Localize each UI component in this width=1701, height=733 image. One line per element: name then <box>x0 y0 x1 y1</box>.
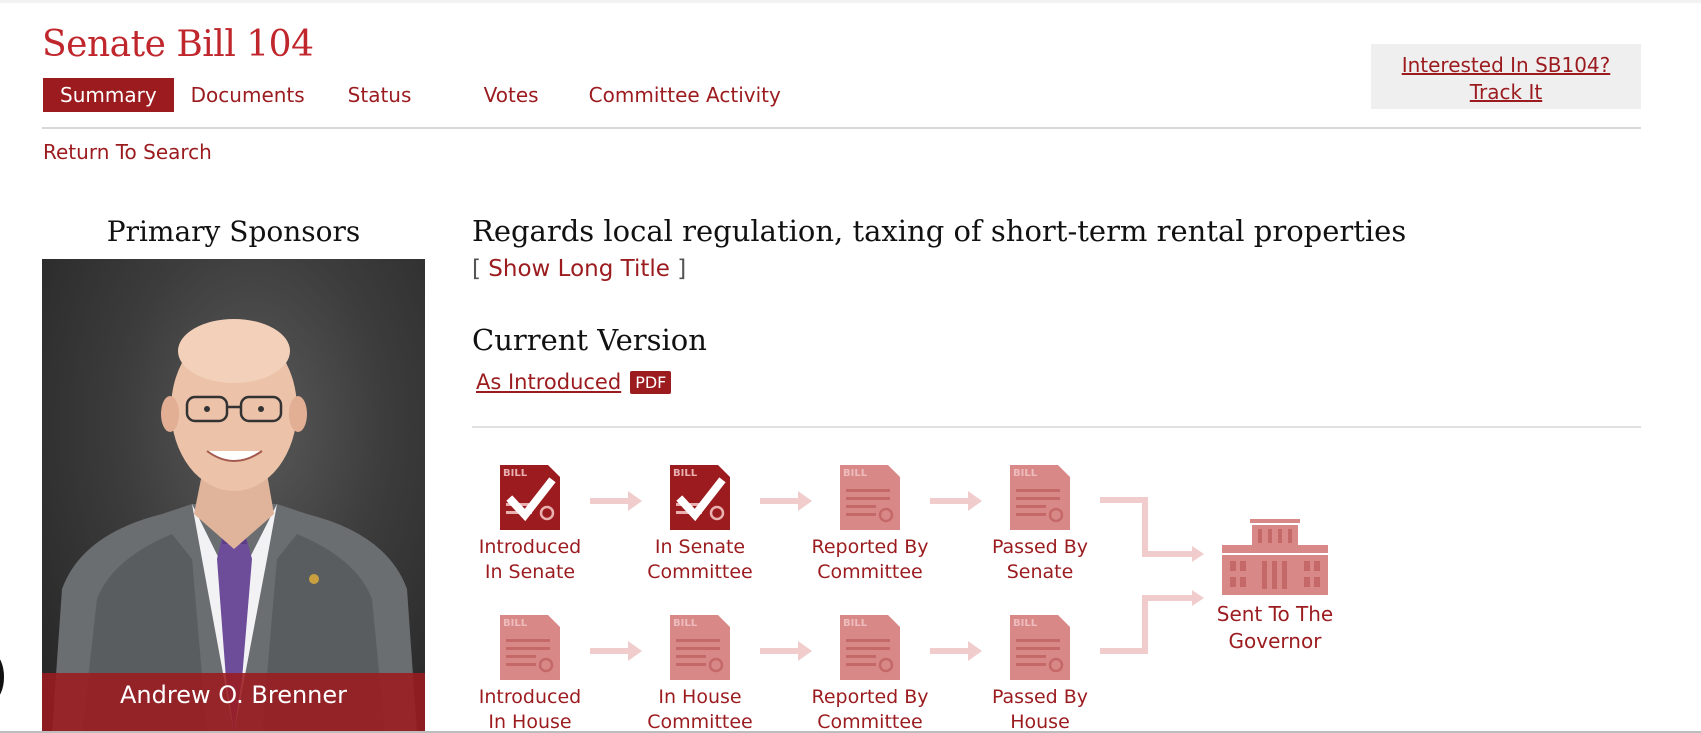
stage-passed-by-senate: Passed By Senate <box>980 535 1100 585</box>
sponsor-photo[interactable]: Andrew O. Brenner <box>42 259 425 733</box>
stage-label-line: Reported By <box>811 686 929 708</box>
stage-label-line: In House <box>658 686 742 708</box>
stage-label-line: Committee <box>647 561 753 583</box>
svg-text:BILL: BILL <box>843 618 868 629</box>
tab-status[interactable]: Status <box>332 78 467 112</box>
stage-label-line: Committee <box>817 561 923 583</box>
pdf-badge[interactable]: PDF <box>630 370 672 394</box>
stage-in-senate-committee: In Senate Committee <box>640 535 760 585</box>
svg-text:BILL: BILL <box>1013 618 1038 629</box>
merge-arrow-icon <box>1100 497 1194 654</box>
stage-label-line: Introduced <box>478 686 582 708</box>
bill-tabs: Summary Documents Status Votes Committee… <box>43 78 798 112</box>
track-bill-box: Interested In SB104? Track It <box>1371 44 1641 109</box>
primary-sponsors-heading: Primary Sponsors <box>106 215 361 248</box>
sponsor-portrait-image <box>52 319 417 733</box>
arrow-right-icon <box>590 641 642 661</box>
page-title: Senate Bill 104 <box>42 24 314 65</box>
stage-introduced-in-house: Introduced In House <box>470 685 590 733</box>
track-it-link[interactable]: Track It <box>1371 79 1641 106</box>
arrow-right-icon <box>930 641 982 661</box>
bill-short-title: Regards local regulation, taxing of shor… <box>472 214 1407 248</box>
stage-label-line: Sent To The <box>1216 602 1334 626</box>
track-interested-link[interactable]: Interested In SB104? <box>1371 52 1641 79</box>
return-to-search-link[interactable]: Return To Search <box>43 140 212 164</box>
svg-text:BILL: BILL <box>673 468 698 479</box>
svg-text:BILL: BILL <box>673 618 698 629</box>
stage-label-line: Governor <box>1228 629 1322 653</box>
stage-introduced-in-senate: Introduced In Senate <box>470 535 590 585</box>
show-long-title-link[interactable]: Show Long Title <box>488 256 670 282</box>
arrow-head-icon <box>1192 546 1204 606</box>
stage-passed-by-house: Passed By House <box>980 685 1100 733</box>
stage-label-line: In Senate <box>654 536 746 558</box>
current-version-heading: Current Version <box>472 323 707 357</box>
bill-pending-icon: BILL <box>840 615 900 680</box>
as-introduced-link[interactable]: As Introduced <box>476 370 621 394</box>
svg-text:BILL: BILL <box>503 618 528 629</box>
stage-sent-to-governor: Sent To The Governor <box>1200 601 1350 655</box>
arrow-right-icon <box>930 491 982 511</box>
arrow-right-icon <box>760 641 812 661</box>
stage-label-line: Passed By <box>991 536 1089 558</box>
tab-committee-activity[interactable]: Committee Activity <box>572 78 798 112</box>
stage-label-line: Passed By <box>991 686 1089 708</box>
svg-text:BILL: BILL <box>1013 468 1038 479</box>
bill-pending-icon: BILL <box>1010 615 1070 680</box>
svg-text:BILL: BILL <box>503 468 528 479</box>
show-long-title-row: [ Show Long Title ] <box>472 256 686 282</box>
stage-label-line: Committee <box>647 711 753 733</box>
stage-label-line: In Senate <box>484 561 576 583</box>
stage-label-line: In House <box>488 711 572 733</box>
bill-complete-icon: BILL <box>500 465 560 530</box>
governor-building-icon <box>1222 519 1328 595</box>
stage-label-line: House <box>1010 711 1070 733</box>
stage-label-line: Introduced <box>478 536 582 558</box>
stage-label-line: Reported By <box>811 536 929 558</box>
header-divider <box>42 127 1641 129</box>
arrow-right-icon <box>760 491 812 511</box>
bracket-open: [ <box>472 256 481 282</box>
svg-text:BILL: BILL <box>843 468 868 479</box>
stage-reported-by-committee-senate: Reported By Committee <box>810 535 930 585</box>
bill-complete-icon: BILL <box>670 465 730 530</box>
top-strip <box>0 0 1701 3</box>
content-divider <box>472 426 1641 428</box>
stage-reported-by-committee-house: Reported By Committee <box>810 685 930 733</box>
bill-pending-icon: BILL <box>500 615 560 680</box>
bill-pending-icon: BILL <box>1010 465 1070 530</box>
scroll-indicator <box>0 655 4 699</box>
bill-pending-icon: BILL <box>670 615 730 680</box>
stage-label-line: Senate <box>1006 561 1074 583</box>
stage-label-line: Committee <box>817 711 923 733</box>
tab-votes[interactable]: Votes <box>467 78 572 112</box>
bill-pending-icon: BILL <box>840 465 900 530</box>
tab-summary[interactable]: Summary <box>43 78 174 112</box>
current-version-row: As Introduced PDF <box>476 370 672 394</box>
tab-documents[interactable]: Documents <box>174 78 332 112</box>
sponsor-name[interactable]: Andrew O. Brenner <box>42 673 425 733</box>
bracket-close: ] <box>677 256 687 282</box>
arrow-right-icon <box>590 491 642 511</box>
stage-in-house-committee: In House Committee <box>640 685 760 733</box>
